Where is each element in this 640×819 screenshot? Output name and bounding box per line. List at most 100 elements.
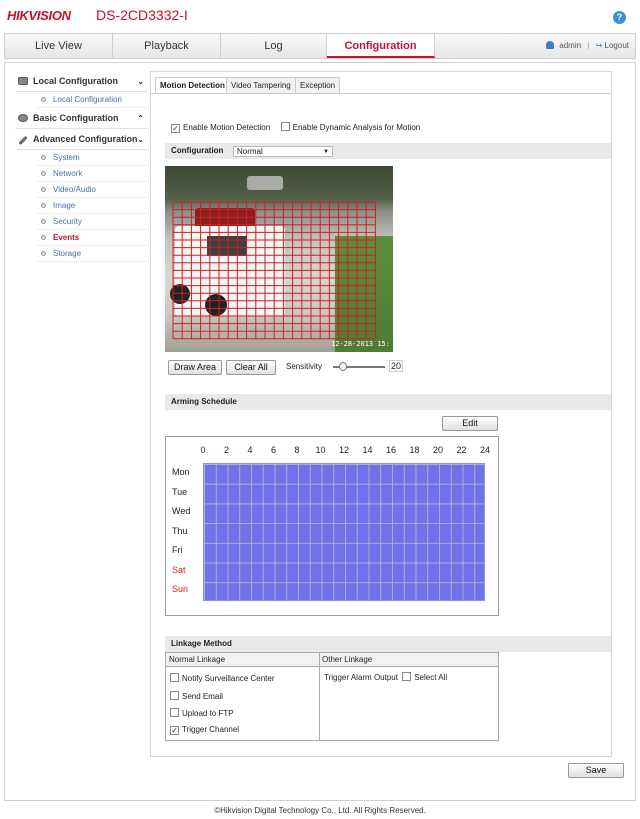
day-label: Mon [172,467,190,477]
hour-label: 16 [385,445,396,455]
video-preview[interactable]: 12-28-2013 15: [165,166,393,352]
send-email-label: Send Email [182,692,223,701]
sidebar-group-local[interactable]: Local Configuration ⌄ [15,71,147,92]
gear-icon [18,114,28,122]
save-button[interactable]: Save [568,763,624,778]
sidebar-item-video-audio[interactable]: Video/Audio [37,182,147,198]
sidebar-group-label: Advanced Configuration [33,134,138,144]
content-panel: Motion Detection Video Tampering Excepti… [150,71,612,757]
configuration-value: Normal [237,147,263,156]
sidebar-group-label: Local Configuration [33,76,118,86]
configuration-select[interactable]: Normal ▼ [233,146,333,157]
chevron-down-icon: ⌄ [137,77,144,86]
trigger-channel-row: ✓ Trigger Channel [170,725,239,735]
hour-label: 10 [315,445,326,455]
send-email-checkbox[interactable] [170,691,179,700]
day-label: Wed [172,506,191,516]
arming-schedule-bar: Arming Schedule [165,394,611,410]
user-icon [546,41,555,49]
schedule-grid[interactable] [203,463,485,601]
sidebar-item-label: System [53,153,80,162]
sidebar-item-label: Image [53,201,76,210]
bullet-icon [41,155,46,160]
clear-all-button[interactable]: Clear All [226,360,276,375]
normal-linkage-header: Normal Linkage [166,653,319,667]
upload-ftp-row: Upload to FTP [170,708,234,718]
help-icon[interactable]: ? [613,11,626,24]
draw-area-button[interactable]: Draw Area [168,360,222,375]
edit-schedule-button[interactable]: Edit [442,416,498,431]
device-model: DS-2CD3332-I [96,7,188,23]
send-email-row: Send Email [170,691,223,701]
sidebar-group-label: Basic Configuration [33,113,119,123]
hour-label: 22 [456,445,467,455]
sidebar-group-advanced[interactable]: Advanced Configuration ⌄ [15,129,147,150]
sidebar-item-storage[interactable]: Storage [37,246,147,262]
dynamic-analysis-checkbox[interactable] [280,122,290,131]
notify-surveillance-label: Notify Surveillance Center [182,674,275,683]
main-nav: Live View Playback Log Configuration adm… [4,33,636,59]
hour-label: 12 [338,445,349,455]
camera-icon [18,77,28,85]
user-separator: | [587,41,590,50]
sidebar-item-label: Local Configuration [53,95,122,104]
select-all-checkbox[interactable] [402,672,412,681]
linkage-table: Normal Linkage Other Linkage Notify Surv… [165,652,499,741]
tab-video-tampering[interactable]: Video Tampering [226,77,296,93]
sidebar-item-label: Storage [53,249,82,258]
username[interactable]: admin [559,41,581,50]
dynamic-analysis-label: Enable Dynamic Analysis for Motion [292,123,421,132]
sidebar-group-basic[interactable]: Basic Configuration ⌃ [15,108,147,129]
main-frame: Local Configuration ⌄ Local Configuratio… [4,62,636,801]
schedule-panel: 0 2 4 6 8 10 12 14 16 18 20 22 24 Mon Tue Wed Thu Fri Sat… [165,436,499,616]
day-label: Fri [172,545,183,555]
sidebar-item-image[interactable]: Image [37,198,147,214]
sidebar-item-label: Events [53,233,80,242]
enable-motion-label: Enable Motion Detection [183,123,271,132]
day-label: Thu [172,525,188,536]
hour-label: 20 [432,445,443,455]
hour-label: 6 [270,445,276,455]
sidebar-item-network[interactable]: Network [37,166,147,182]
enable-motion-checkbox[interactable]: ✓ [171,124,180,133]
tab-divider [151,93,611,94]
sidebar-item-events[interactable]: Events [37,230,147,246]
configuration-label: Configuration [171,146,224,155]
upload-ftp-checkbox[interactable] [170,708,179,717]
trigger-channel-checkbox[interactable]: ✓ [170,726,179,735]
hikvision-logo: HIKVISION [7,8,71,23]
tab-log[interactable]: Log [221,34,327,58]
sensitivity-slider[interactable] [333,362,385,371]
logout-link[interactable]: Logout [605,41,629,50]
hour-label: 14 [362,445,373,455]
sidebar-item-label: Network [53,169,83,178]
sidebar: Local Configuration ⌄ Local Configuratio… [15,71,147,262]
sidebar-item-system[interactable]: System [37,150,147,166]
bullet-icon [41,97,46,102]
sensitivity-label: Sensitivity [286,362,323,371]
tab-playback[interactable]: Playback [113,34,221,58]
bullet-icon [41,251,46,256]
hour-label: 4 [247,445,253,455]
tab-live-view[interactable]: Live View [5,34,113,58]
copyright-footer: ©Hikvision Digital Technology Co., Ltd. … [214,806,426,815]
sidebar-item-local-configuration[interactable]: Local Configuration [37,92,147,108]
hour-label: 24 [479,445,490,455]
bullet-icon [41,203,46,208]
enable-row: ✓ Enable Motion Detection Enable Dynamic … [171,122,420,133]
tab-configuration[interactable]: Configuration [327,34,435,58]
video-timestamp: 12-28-2013 15: [330,340,390,348]
notify-surveillance-checkbox[interactable] [170,673,179,682]
sensitivity-value: 20 [389,360,403,372]
tab-exception[interactable]: Exception [295,77,341,93]
motion-area-grid[interactable] [165,166,393,352]
sidebar-item-label: Video/Audio [53,185,96,194]
upload-ftp-label: Upload to FTP [182,709,234,718]
slider-knob[interactable] [339,362,347,371]
sidebar-item-security[interactable]: Security [37,214,147,230]
tab-motion-detection[interactable]: Motion Detection [155,77,230,94]
chevron-down-icon: ⌄ [137,135,144,144]
hour-label: 2 [223,445,229,455]
day-label: Sun [172,584,189,594]
select-all-label: Select All [414,673,448,682]
